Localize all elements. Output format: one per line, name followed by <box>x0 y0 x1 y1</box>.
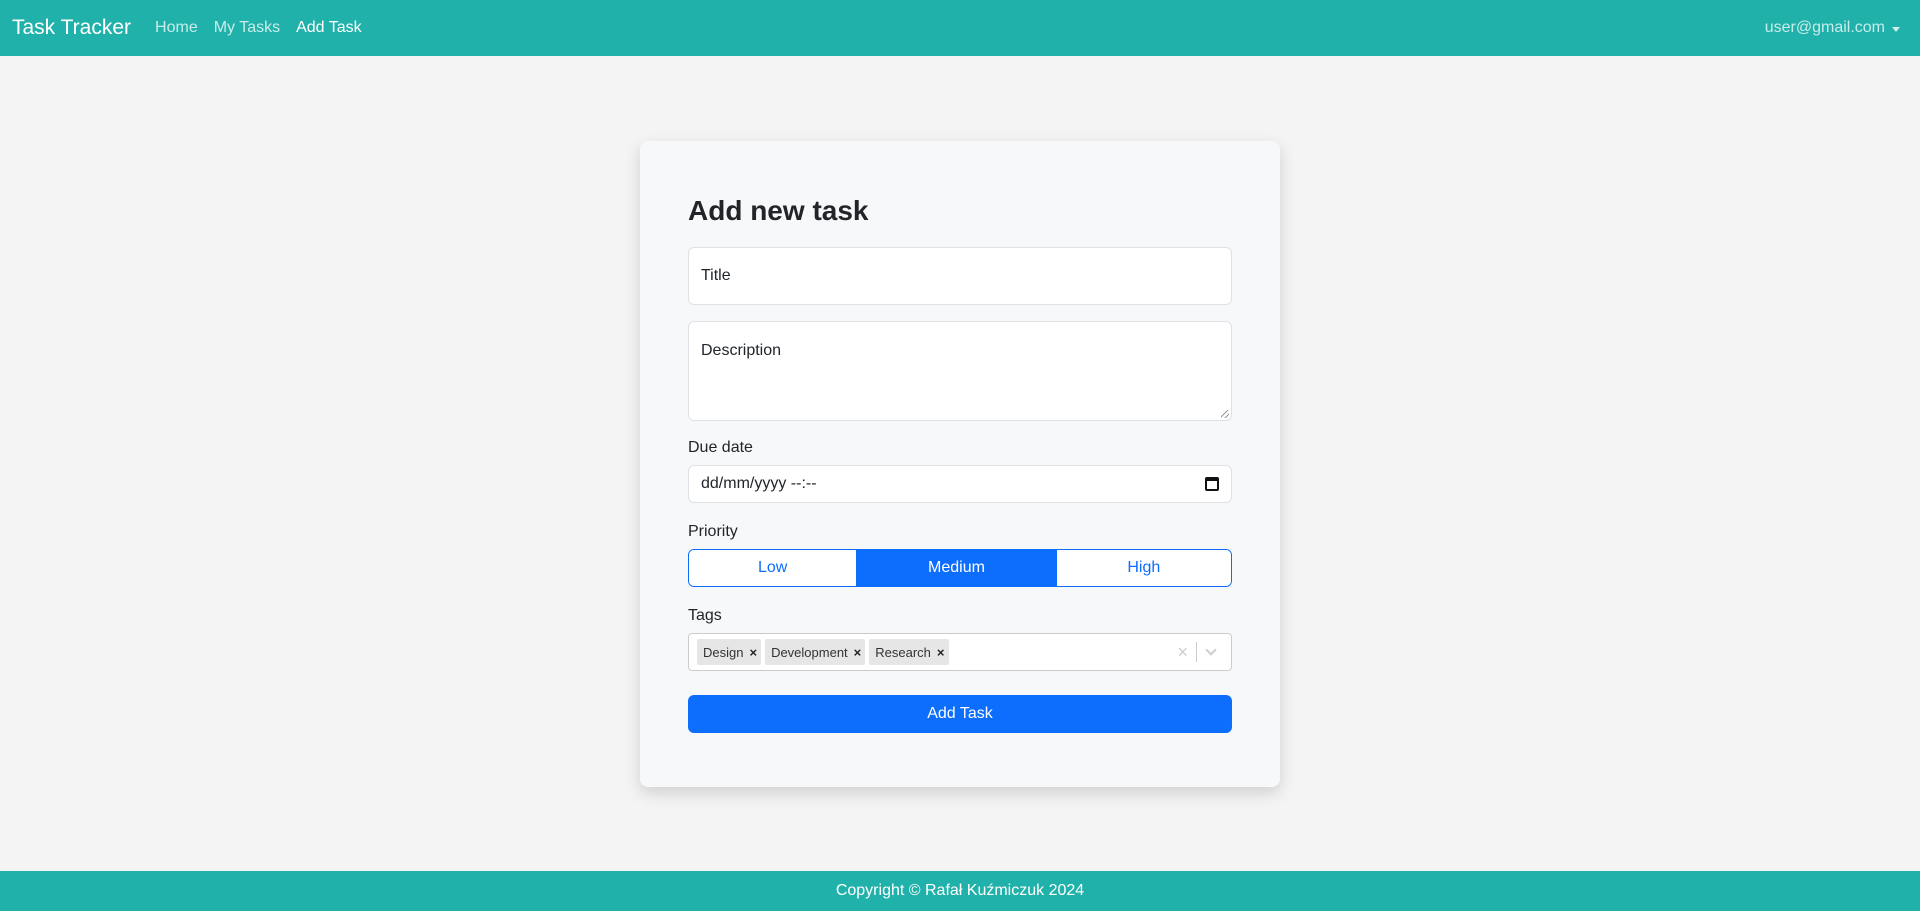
tag-remove-icon[interactable]: × <box>854 645 862 660</box>
due-date-label: Due date <box>688 439 753 456</box>
priority-high-button[interactable]: High <box>1056 550 1231 586</box>
page-title: Add new task <box>688 195 869 226</box>
nav-link-add-task[interactable]: Add Task <box>296 19 362 37</box>
tag-label: Development <box>771 644 848 660</box>
tag-remove-icon[interactable]: × <box>937 645 945 660</box>
clear-icon[interactable]: × <box>1169 642 1196 663</box>
tag-remove-icon[interactable]: × <box>749 645 757 660</box>
calendar-icon[interactable] <box>1205 477 1219 491</box>
title-input[interactable]: Title <box>688 247 1232 305</box>
caret-down-icon <box>1892 26 1900 32</box>
priority-medium-button[interactable]: Medium <box>857 550 1057 586</box>
priority-low-button[interactable]: Low <box>689 550 858 586</box>
tag-label: Design <box>703 644 744 660</box>
description-placeholder: Description <box>701 342 782 359</box>
user-menu-dropdown[interactable]: user@gmail.com <box>1765 19 1900 37</box>
tags-indicators: × <box>1169 642 1223 663</box>
indicator-separator <box>1196 642 1197 662</box>
due-date-placeholder: dd/mm/yyyy --:-- <box>701 475 817 492</box>
title-placeholder: Title <box>701 267 731 284</box>
tags-multiselect[interactable]: Design × Development × Research × × <box>688 633 1232 671</box>
tag-chip-design: Design × <box>697 639 762 665</box>
description-textarea[interactable]: Description <box>688 321 1232 421</box>
chevron-down-icon[interactable] <box>1205 644 1217 656</box>
footer: Copyright © Rafał Kuźmiczuk 2024 <box>0 871 1920 911</box>
brand-logo[interactable]: Task Tracker <box>12 16 131 40</box>
navbar: Task Tracker Home My Tasks Add Task user… <box>0 0 1920 56</box>
tag-label: Research <box>875 644 931 660</box>
user-email: user@gmail.com <box>1764 19 1885 36</box>
add-task-card: Add new task Title Description Due date … <box>640 141 1280 787</box>
tags-label: Tags <box>688 607 722 624</box>
priority-button-group: Low Medium High <box>688 549 1232 587</box>
copyright-text: Copyright © Rafał Kuźmiczuk 2024 <box>835 882 1085 899</box>
nav-link-home[interactable]: Home <box>155 19 198 37</box>
priority-label: Priority <box>688 523 738 540</box>
add-task-button[interactable]: Add Task <box>688 695 1232 733</box>
tag-chip-research: Research × <box>869 639 949 665</box>
tag-chip-development: Development × <box>765 639 866 665</box>
nav-link-my-tasks[interactable]: My Tasks <box>214 19 280 37</box>
resize-handle-icon[interactable] <box>1221 410 1229 418</box>
due-date-input[interactable]: dd/mm/yyyy --:-- <box>688 465 1232 503</box>
